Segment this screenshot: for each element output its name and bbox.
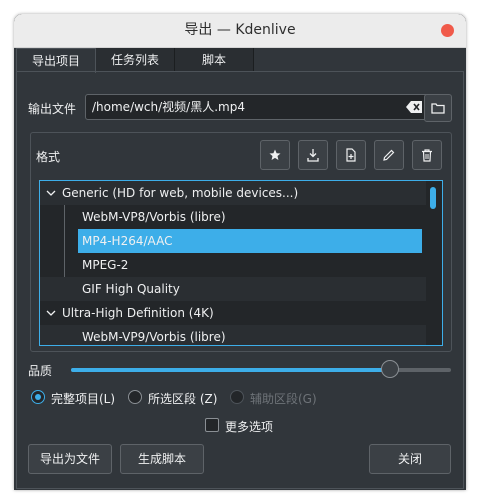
tab-scripts[interactable]: 脚本 (175, 48, 254, 72)
edit-pencil-icon (383, 149, 395, 161)
favorite-button[interactable] (260, 140, 290, 170)
generate-script-button[interactable]: 生成脚本 (120, 444, 204, 474)
output-file-path: /home/wch/视频/黑人.mp4 (92, 100, 245, 114)
more-options-checkbox[interactable] (205, 418, 219, 432)
tree-item-label: MP4-H264/AAC (82, 234, 173, 248)
window-close-button[interactable] (441, 24, 454, 37)
trash-icon (422, 149, 432, 162)
tab-export-project[interactable]: 导出项目 (16, 48, 96, 73)
delete-profile-button[interactable] (412, 140, 442, 170)
download-icon (307, 149, 319, 162)
window-title: 导出 — Kdenlive (184, 22, 296, 38)
tree-item[interactable]: WebM-VP8/Vorbis (libre) (40, 205, 428, 229)
edit-profile-button[interactable] (374, 140, 404, 170)
tree-item[interactable]: MPEG-2 (40, 253, 428, 277)
download-button[interactable] (298, 140, 328, 170)
format-label: 格式 (36, 150, 61, 164)
chevron-down-icon[interactable] (46, 189, 56, 197)
radio-selected-zone[interactable] (128, 390, 142, 404)
quality-slider-fill (71, 368, 391, 372)
tree-group-label: Ultra-High Definition (4K) (62, 306, 214, 320)
quality-slider[interactable] (71, 360, 451, 378)
radio-full-project-label[interactable]: 完整项目(L) (51, 390, 115, 407)
quality-label: 品质 (28, 364, 53, 378)
output-file-label: 输出文件 (28, 102, 77, 116)
tree-item[interactable]: WebM-VP9/Vorbis (libre) (40, 325, 428, 345)
radio-full-project[interactable] (31, 390, 45, 404)
clear-icon[interactable] (406, 101, 422, 113)
export-dialog: 导出 — Kdenlive 导出项目 任务列表 脚本 输出文件 /home/wc… (14, 14, 466, 490)
scrollbar-thumb[interactable] (430, 187, 436, 209)
tree-group-uhd[interactable]: Ultra-High Definition (4K) (40, 301, 428, 325)
tree-item-label: GIF High Quality (82, 282, 180, 296)
folder-icon (431, 103, 445, 114)
tree-item-selected[interactable]: MP4-H264/AAC (78, 229, 422, 253)
new-profile-button[interactable] (336, 140, 366, 170)
export-to-file-button[interactable]: 导出为文件 (28, 444, 112, 474)
radio-guide-zone-label: 辅助区段(G) (250, 392, 317, 406)
tree-scrollbar[interactable] (426, 181, 442, 345)
more-options-label[interactable]: 更多选项 (225, 418, 273, 435)
browse-folder-button[interactable] (424, 94, 452, 122)
profile-tree[interactable]: Generic (HD for web, mobile devices...) … (39, 180, 443, 346)
output-file-input[interactable]: /home/wch/视频/黑人.mp4 (85, 94, 429, 120)
tree-item-label: WebM-VP9/Vorbis (libre) (82, 330, 226, 344)
new-file-icon (346, 148, 356, 162)
star-icon (269, 149, 281, 160)
title-bar[interactable]: 导出 — Kdenlive (14, 14, 466, 48)
close-button[interactable]: 关闭 (369, 444, 451, 474)
tree-item[interactable]: GIF High Quality (40, 277, 428, 301)
tree-group-label: Generic (HD for web, mobile devices...) (62, 186, 299, 200)
tab-job-queue[interactable]: 任务列表 (96, 48, 175, 72)
tree-item-label: WebM-VP8/Vorbis (libre) (82, 210, 226, 224)
chevron-down-icon[interactable] (46, 309, 56, 317)
tree-item-label: MPEG-2 (82, 258, 129, 272)
tree-group-generic[interactable]: Generic (HD for web, mobile devices...) (40, 181, 428, 205)
radio-guide-zone (230, 390, 244, 404)
radio-selected-zone-label[interactable]: 所选区段 (Z) (148, 390, 217, 407)
